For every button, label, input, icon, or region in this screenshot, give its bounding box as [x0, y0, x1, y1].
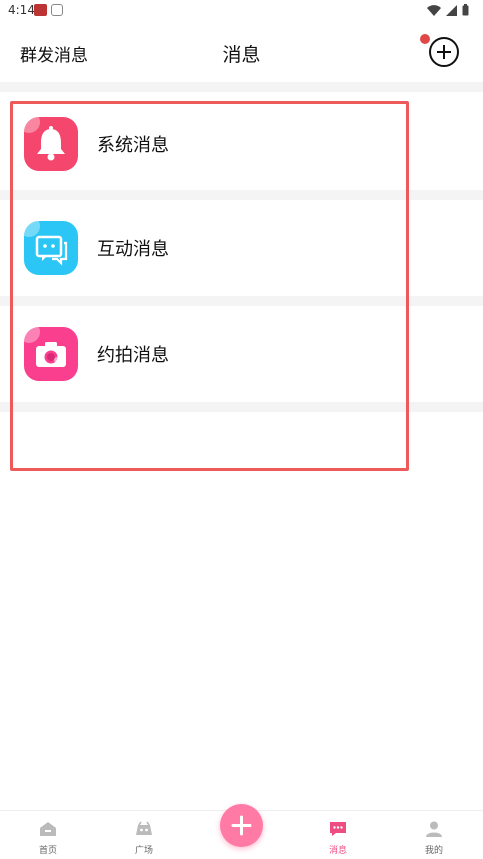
status-indicators: [427, 4, 469, 16]
publish-button[interactable]: [220, 804, 263, 847]
profile-icon: [426, 821, 442, 837]
tab-home[interactable]: 首页: [18, 811, 78, 859]
tab-profile[interactable]: 我的: [404, 811, 464, 859]
home-icon: [40, 822, 56, 836]
battery-icon: [462, 4, 469, 16]
notification-badge: [420, 34, 430, 44]
tab-label: 我的: [424, 846, 443, 856]
square-icon: [136, 821, 152, 835]
section-divider: [0, 82, 483, 92]
wifi-icon: [427, 4, 441, 16]
highlight-box: [10, 101, 409, 471]
message-icon: [330, 822, 346, 836]
status-bar: 4:14: [0, 0, 483, 22]
tab-messages[interactable]: 消息: [308, 811, 368, 859]
notification-settings-icon: [51, 4, 63, 16]
plus-icon: [437, 45, 451, 59]
tab-label: 首页: [38, 846, 57, 856]
header: 群发消息 消息: [0, 22, 483, 80]
tab-square[interactable]: 广场: [114, 811, 174, 859]
tab-label: 消息: [328, 846, 347, 856]
status-time: 4:14: [8, 3, 35, 17]
notification-app-icon: [34, 4, 47, 16]
signal-icon: [446, 4, 457, 16]
add-button[interactable]: [429, 37, 459, 67]
plus-icon: [231, 815, 252, 836]
page-title: 消息: [222, 44, 261, 66]
tab-label: 广场: [134, 846, 153, 856]
